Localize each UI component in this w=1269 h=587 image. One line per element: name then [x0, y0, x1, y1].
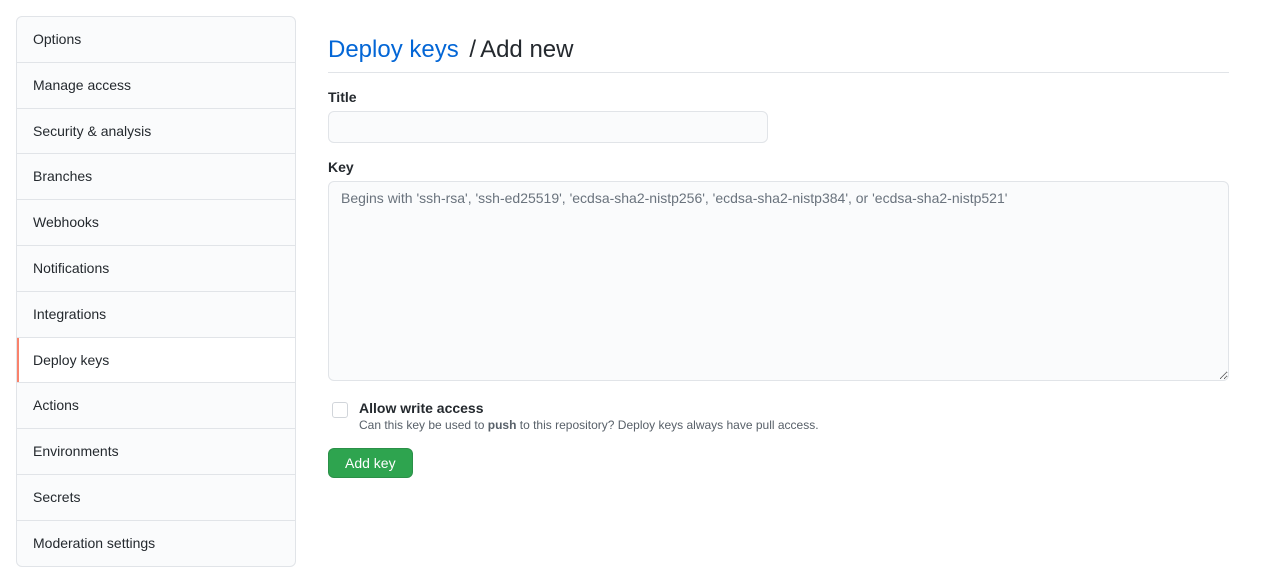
allow-write-access-label: Allow write access	[359, 400, 819, 416]
sidebar-item-branches[interactable]: Branches	[17, 154, 295, 200]
sidebar-item-secrets[interactable]: Secrets	[17, 475, 295, 521]
key-label: Key	[328, 159, 1229, 175]
add-key-button[interactable]: Add key	[328, 448, 413, 478]
sidebar-item-moderation-settings[interactable]: Moderation settings	[17, 521, 295, 566]
sidebar-item-webhooks[interactable]: Webhooks	[17, 200, 295, 246]
breadcrumb-current: Add new	[480, 36, 573, 63]
sidebar-item-deploy-keys[interactable]: Deploy keys	[17, 338, 295, 384]
allow-write-access-hint: Can this key be used to push to this rep…	[359, 418, 819, 432]
sidebar-item-actions[interactable]: Actions	[17, 383, 295, 429]
sidebar-item-security-analysis[interactable]: Security & analysis	[17, 109, 295, 155]
key-textarea[interactable]	[328, 181, 1229, 381]
sidebar-item-notifications[interactable]: Notifications	[17, 246, 295, 292]
main-content: Deploy keys /Add new Title Key Allow wri…	[328, 16, 1253, 567]
sidebar-item-environments[interactable]: Environments	[17, 429, 295, 475]
sidebar-item-options[interactable]: Options	[17, 17, 295, 63]
title-label: Title	[328, 89, 1229, 105]
title-input[interactable]	[328, 111, 768, 143]
allow-write-access-checkbox[interactable]	[332, 402, 348, 418]
breadcrumb-link-deploy-keys[interactable]: Deploy keys	[328, 36, 459, 63]
settings-sidebar: OptionsManage accessSecurity & analysisB…	[16, 16, 296, 567]
sidebar-item-integrations[interactable]: Integrations	[17, 292, 295, 338]
page-header: Deploy keys /Add new	[328, 36, 1229, 73]
sidebar-item-manage-access[interactable]: Manage access	[17, 63, 295, 109]
breadcrumb-separator: /	[465, 36, 480, 63]
